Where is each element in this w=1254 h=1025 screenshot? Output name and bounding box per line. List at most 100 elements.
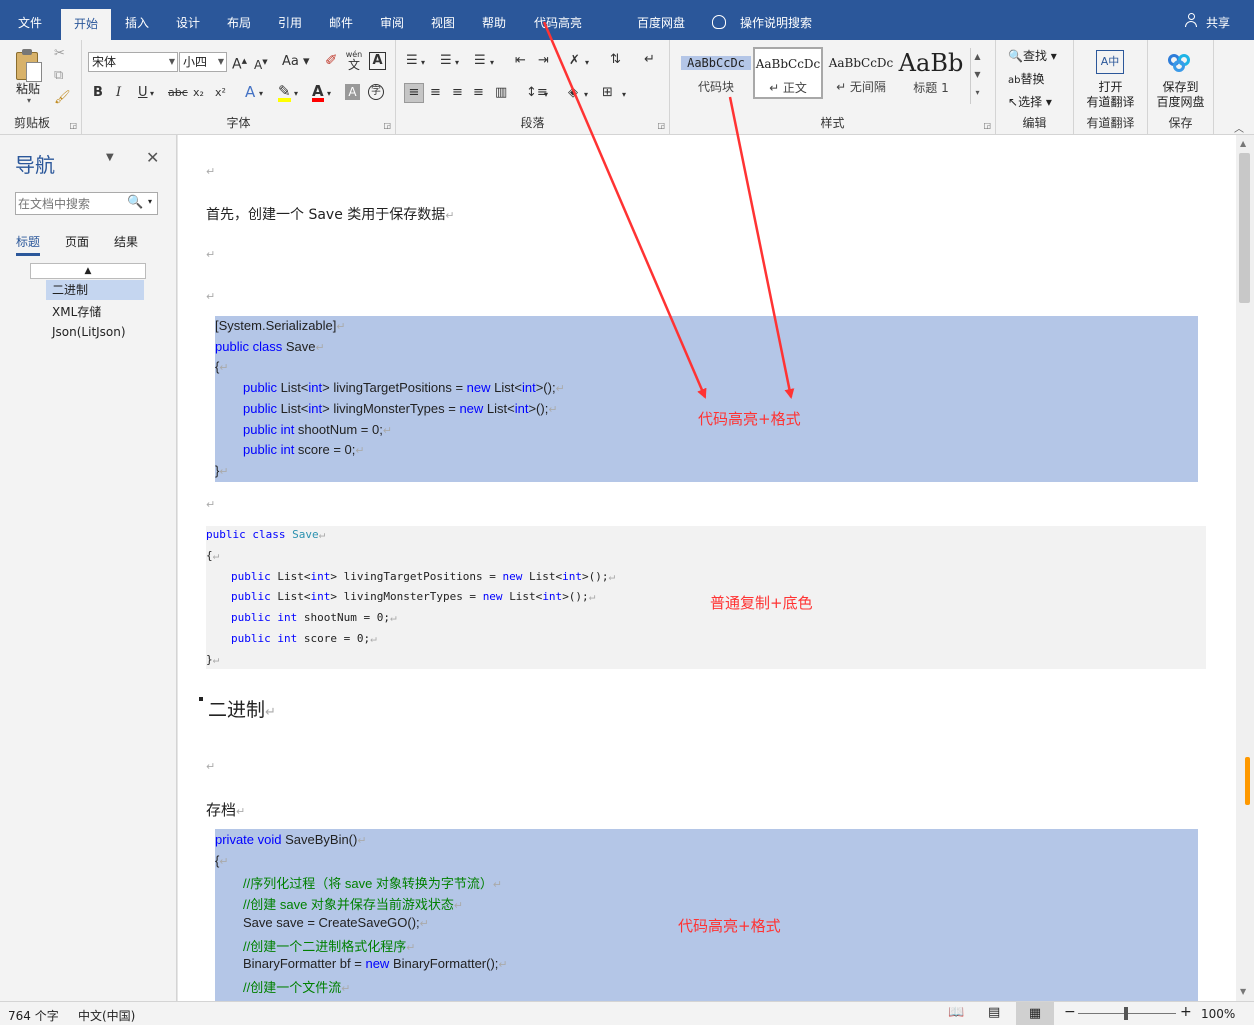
chevron-down-icon[interactable]: ▾ bbox=[294, 86, 298, 102]
chinese-layout-icon[interactable]: ✗ bbox=[569, 53, 580, 69]
tab-help[interactable]: 帮助 bbox=[472, 0, 516, 40]
dialog-launcher-icon[interactable]: ◲ bbox=[383, 121, 391, 130]
collapse-ribbon-icon[interactable]: ︿ bbox=[1234, 120, 1244, 135]
read-mode-icon[interactable]: 📖 bbox=[948, 1005, 964, 1020]
distributed-button[interactable]: ▥ bbox=[495, 85, 507, 101]
tab-view[interactable]: 视图 bbox=[421, 0, 465, 40]
chevron-down-icon[interactable]: ▾ bbox=[27, 96, 31, 105]
chevron-down-icon[interactable]: ▾ bbox=[544, 87, 548, 103]
shrink-font-button[interactable]: A▼ bbox=[254, 54, 268, 73]
translate-icon[interactable]: A中 bbox=[1096, 50, 1124, 74]
style-heading-1[interactable]: AaBb 标题 1 bbox=[898, 48, 964, 100]
shading-icon[interactable]: ◈ bbox=[568, 85, 578, 101]
tab-insert[interactable]: 插入 bbox=[115, 0, 159, 40]
font-name-combo[interactable]: 宋体 ▼ bbox=[88, 52, 178, 72]
chevron-down-icon[interactable]: ▾ bbox=[421, 55, 425, 71]
baidu-cloud-icon[interactable] bbox=[1166, 50, 1194, 74]
chevron-down-icon[interactable]: ▾ bbox=[259, 86, 263, 102]
nav-search-box[interactable]: 🔍 ▾ bbox=[15, 192, 158, 215]
heading-binary[interactable]: 二进制↵ bbox=[208, 695, 276, 722]
copy-icon[interactable]: ⧉ bbox=[54, 68, 63, 84]
zoom-level[interactable]: 100% bbox=[1201, 1007, 1235, 1021]
bold-button[interactable]: B bbox=[93, 85, 103, 101]
zoom-in-button[interactable]: + bbox=[1180, 1004, 1192, 1020]
collapse-headings-icon[interactable]: ▲ bbox=[30, 263, 146, 279]
underline-button[interactable]: U bbox=[138, 85, 148, 101]
subscript-button[interactable]: x₂ bbox=[193, 85, 204, 101]
nav-search-input[interactable] bbox=[18, 195, 118, 212]
chevron-down-icon[interactable]: ▾ bbox=[490, 55, 494, 71]
code-block-highlighted[interactable]: [System.Serializable]↵ public class Save↵… bbox=[215, 316, 1198, 482]
nav-heading-item[interactable]: 二进制 bbox=[46, 280, 144, 300]
decrease-indent-icon[interactable]: ⇤ bbox=[515, 53, 526, 69]
youdao-button[interactable]: 打开 有道翻译 bbox=[1074, 80, 1147, 110]
chevron-down-icon[interactable]: ▾ bbox=[622, 87, 626, 103]
web-layout-icon[interactable]: ▦ bbox=[1016, 1002, 1054, 1025]
tab-layout[interactable]: 布局 bbox=[217, 0, 261, 40]
font-size-combo[interactable]: 小四 ▼ bbox=[179, 52, 227, 72]
dialog-launcher-icon[interactable]: ◲ bbox=[983, 121, 991, 130]
tab-code-highlight[interactable]: 代码高亮 bbox=[528, 0, 588, 40]
enclose-char-icon[interactable]: 字 bbox=[368, 84, 384, 100]
nav-tab-headings[interactable]: 标题 bbox=[16, 233, 41, 256]
body-paragraph[interactable]: 存档↵ bbox=[206, 799, 245, 820]
cut-icon[interactable]: ✂ bbox=[54, 46, 65, 62]
nav-options-icon[interactable]: ▼ bbox=[106, 152, 114, 163]
increase-indent-icon[interactable]: ⇥ bbox=[538, 53, 549, 69]
style-normal[interactable]: AaBbCcDc ↵ 正文 bbox=[753, 47, 823, 99]
share-button[interactable]: 共享 bbox=[1200, 0, 1236, 40]
zoom-slider-thumb[interactable] bbox=[1124, 1007, 1128, 1020]
code-block-plain[interactable]: public class Save↵ {↵ public List<int> liv… bbox=[206, 526, 1206, 669]
chevron-down-icon[interactable]: ▾ bbox=[585, 55, 589, 71]
save-to-netdisk-button[interactable]: 保存到 百度网盘 bbox=[1148, 80, 1213, 110]
superscript-button[interactable]: x² bbox=[215, 85, 226, 101]
nav-heading-item[interactable]: XML存储 bbox=[52, 302, 101, 322]
scroll-down-icon[interactable]: ▼ bbox=[1240, 987, 1246, 996]
chevron-down-icon[interactable]: ▾ bbox=[150, 86, 154, 102]
sort-icon[interactable]: ⇅ bbox=[610, 52, 621, 68]
styles-scroll[interactable]: ▲ ▼ ▾ bbox=[970, 48, 984, 104]
paste-button[interactable]: 粘贴 bbox=[16, 80, 40, 97]
scroll-thumb[interactable] bbox=[1239, 153, 1250, 303]
nav-heading-item[interactable]: Json(LitJson) bbox=[52, 322, 126, 342]
language-indicator[interactable]: 中文(中国) bbox=[78, 1007, 135, 1024]
dialog-launcher-icon[interactable]: ◲ bbox=[69, 121, 77, 130]
paste-icon[interactable] bbox=[14, 48, 44, 84]
style-no-spacing[interactable]: AaBbCcDc ↵ 无间隔 bbox=[826, 48, 896, 100]
tab-review[interactable]: 审阅 bbox=[370, 0, 414, 40]
search-icon[interactable]: 🔍 bbox=[127, 195, 143, 210]
vertical-scrollbar[interactable]: ▲ ▼ bbox=[1236, 135, 1254, 1001]
format-painter-icon[interactable]: 🖌 bbox=[54, 90, 71, 106]
font-color-icon[interactable]: A bbox=[312, 84, 324, 102]
strikethrough-button[interactable]: abc bbox=[168, 85, 188, 101]
chevron-down-icon[interactable]: ▾ bbox=[455, 55, 459, 71]
close-icon[interactable]: ✕ bbox=[146, 148, 159, 167]
chevron-down-icon[interactable]: ▾ bbox=[327, 86, 331, 102]
tab-file[interactable]: 文件 bbox=[8, 0, 52, 40]
justify-button[interactable]: ≡ bbox=[473, 85, 484, 101]
bullets-icon[interactable]: ☰ bbox=[406, 53, 418, 69]
dialog-launcher-icon[interactable]: ◲ bbox=[657, 121, 665, 130]
align-center-button[interactable]: ≡ bbox=[430, 85, 441, 101]
char-border-icon[interactable]: A bbox=[369, 52, 386, 70]
document-page[interactable]: ↵ 首先，创建一个 Save 类用于保存数据↵ ↵ ↵ [System.Seri… bbox=[178, 135, 1236, 1001]
align-right-button[interactable]: ≡ bbox=[452, 85, 463, 101]
body-paragraph[interactable]: 首先，创建一个 Save 类用于保存数据↵ bbox=[206, 204, 454, 224]
grow-font-button[interactable]: A▲ bbox=[232, 53, 247, 73]
replace-button[interactable]: ab替换 bbox=[1008, 70, 1045, 87]
italic-button[interactable]: I bbox=[116, 85, 121, 101]
clear-format-icon[interactable]: ✐ bbox=[325, 52, 338, 68]
change-case-button[interactable]: Aa ▾ bbox=[282, 54, 310, 70]
zoom-out-button[interactable]: − bbox=[1064, 1004, 1076, 1020]
tab-mailings[interactable]: 邮件 bbox=[319, 0, 363, 40]
numbering-icon[interactable]: ☰ bbox=[440, 53, 452, 69]
find-button[interactable]: 🔍查找 ▾ bbox=[1008, 47, 1057, 64]
scroll-up-icon[interactable]: ▲ bbox=[1240, 139, 1246, 148]
phonetic-guide-button[interactable]: wén 文 bbox=[345, 50, 363, 72]
tab-home[interactable]: 开始 bbox=[61, 9, 111, 40]
nav-tab-results[interactable]: 结果 bbox=[114, 233, 138, 250]
show-marks-icon[interactable]: ↵ bbox=[644, 52, 655, 68]
char-shading-icon[interactable]: A bbox=[345, 84, 360, 100]
tab-design[interactable]: 设计 bbox=[166, 0, 210, 40]
chevron-down-icon[interactable]: ▾ bbox=[148, 197, 152, 206]
